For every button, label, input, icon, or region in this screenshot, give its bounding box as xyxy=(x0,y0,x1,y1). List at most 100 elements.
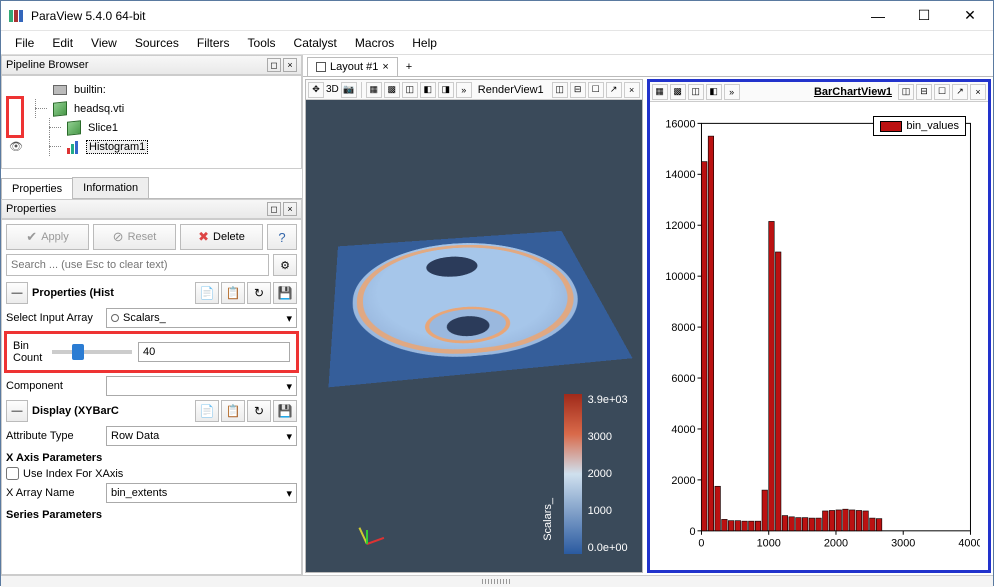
copy-button[interactable]: 📄 xyxy=(195,400,219,422)
legend-label: bin_values xyxy=(906,120,959,132)
tree-label[interactable]: headsq.vti xyxy=(72,103,126,115)
tool-icon[interactable]: ◧ xyxy=(706,84,722,100)
add-layout-tab[interactable]: + xyxy=(398,58,420,76)
reload-button[interactable]: ↻ xyxy=(247,282,271,304)
tool-icon[interactable]: ◨ xyxy=(438,82,454,98)
advanced-toggle-button[interactable]: ⚙ xyxy=(273,254,297,276)
attribute-type-combo[interactable]: Row Data xyxy=(106,426,297,446)
detach-icon[interactable]: ↗ xyxy=(606,82,622,98)
tool-icon[interactable]: ◫ xyxy=(688,84,704,100)
close-view-icon[interactable]: × xyxy=(970,84,986,100)
x-axis-parameters-heading: X Axis Parameters xyxy=(6,452,297,464)
save-button[interactable]: 💾 xyxy=(273,282,297,304)
copy-button[interactable]: 📄 xyxy=(195,282,219,304)
bin-count-slider[interactable] xyxy=(52,350,132,354)
x-array-name-combo[interactable]: bin_extents xyxy=(106,483,297,503)
reload-button[interactable]: ↻ xyxy=(247,400,271,422)
dock-close-button[interactable]: × xyxy=(283,202,297,216)
close-tab-icon[interactable]: × xyxy=(382,61,388,73)
renderview-title: RenderView1 xyxy=(478,84,544,96)
tool-icon[interactable]: ▦ xyxy=(366,82,382,98)
chevron-right-icon[interactable]: » xyxy=(456,82,472,98)
menu-help[interactable]: Help xyxy=(404,33,445,53)
tab-information[interactable]: Information xyxy=(72,177,149,198)
split-h-icon[interactable]: ◫ xyxy=(552,82,568,98)
component-combo[interactable] xyxy=(106,376,297,396)
barchart-toolbar: ▦ ▩ ◫ ◧ » BarChartView1 ◫ ⊟ ☐ ↗ × xyxy=(650,82,988,102)
maximize-icon[interactable]: ☐ xyxy=(588,82,604,98)
svg-text:12000: 12000 xyxy=(665,220,695,232)
window-minimize-button[interactable]: — xyxy=(855,1,901,30)
chevron-right-icon[interactable]: » xyxy=(724,84,740,100)
bar-chart-svg: 0200040006000800010000120001400016000010… xyxy=(654,110,980,562)
menu-catalyst[interactable]: Catalyst xyxy=(286,33,345,53)
use-index-xaxis-checkbox[interactable] xyxy=(6,467,19,480)
collapse-button[interactable]: — xyxy=(6,400,28,422)
paste-button[interactable]: 📋 xyxy=(221,282,245,304)
slice-image xyxy=(328,231,632,387)
tab-properties[interactable]: Properties xyxy=(1,178,73,199)
svg-text:4000: 4000 xyxy=(958,538,980,550)
layout-tab-1[interactable]: Layout #1× xyxy=(307,57,398,76)
paste-button[interactable]: 📋 xyxy=(221,400,245,422)
bin-count-input[interactable] xyxy=(138,342,290,362)
reset-button[interactable]: ⊘Reset xyxy=(93,224,176,250)
pick-center-icon[interactable]: ✥ xyxy=(308,82,324,98)
svg-text:0: 0 xyxy=(698,538,704,550)
pipeline-tree[interactable]: builtin: headsq.vti Slice1 👁 Histogram1 xyxy=(1,75,302,169)
dock-close-button[interactable]: × xyxy=(283,58,297,72)
tool-icon[interactable]: ▦ xyxy=(652,84,668,100)
menu-edit[interactable]: Edit xyxy=(44,33,81,53)
tool-icon[interactable]: ▩ xyxy=(670,84,686,100)
window-close-button[interactable]: ✕ xyxy=(947,1,993,30)
use-index-xaxis-label: Use Index For XAxis xyxy=(23,468,123,480)
save-button[interactable]: 💾 xyxy=(273,400,297,422)
legend-swatch xyxy=(880,121,902,132)
maximize-icon[interactable]: ☐ xyxy=(934,84,950,100)
menu-tools[interactable]: Tools xyxy=(240,33,284,53)
menu-sources[interactable]: Sources xyxy=(127,33,187,53)
collapse-button[interactable]: — xyxy=(6,282,28,304)
menu-file[interactable]: File xyxy=(7,33,42,53)
pipeline-browser-title: Pipeline Browser xyxy=(6,59,89,71)
window-maximize-button[interactable]: ☐ xyxy=(901,1,947,30)
server-icon xyxy=(52,82,68,98)
dataset-icon xyxy=(52,101,68,117)
delete-button[interactable]: ✖Delete xyxy=(180,224,263,250)
series-parameters-heading: Series Parameters xyxy=(6,509,297,521)
camera-icon[interactable]: 📷 xyxy=(341,82,357,98)
help-button[interactable]: ? xyxy=(267,224,297,250)
split-v-icon[interactable]: ⊟ xyxy=(570,82,586,98)
dataset-icon xyxy=(66,120,82,136)
axes-triad-icon xyxy=(346,512,386,552)
tool-icon[interactable]: ▩ xyxy=(384,82,400,98)
properties-search-input[interactable] xyxy=(6,254,269,276)
split-v-icon[interactable]: ⊟ xyxy=(916,84,932,100)
svg-text:10000: 10000 xyxy=(665,271,695,283)
reset-icon: ⊘ xyxy=(113,229,124,245)
barchart-canvas[interactable]: 0200040006000800010000120001400016000010… xyxy=(650,102,988,570)
tool-icon[interactable]: ◧ xyxy=(420,82,436,98)
tree-label[interactable]: builtin: xyxy=(72,84,108,96)
menu-filters[interactable]: Filters xyxy=(189,33,238,53)
menu-view[interactable]: View xyxy=(83,33,125,53)
split-h-icon[interactable]: ◫ xyxy=(898,84,914,100)
dock-detach-button[interactable]: ◻ xyxy=(267,58,281,72)
legend-tick: 1000 xyxy=(588,505,628,517)
svg-text:3000: 3000 xyxy=(891,538,915,550)
mode-3d-label[interactable]: 3D xyxy=(326,84,339,95)
select-input-array-combo[interactable]: Scalars_ xyxy=(106,308,297,328)
save-icon: 💾 xyxy=(278,404,293,418)
apply-button[interactable]: ✔Apply xyxy=(6,224,89,250)
menu-macros[interactable]: Macros xyxy=(347,33,402,53)
visibility-toggle[interactable]: 👁 xyxy=(6,140,26,153)
render-view-canvas[interactable]: Scalars_ 3.9e+03 3000 2000 1000 0.0e+00 xyxy=(306,100,642,572)
tree-label[interactable]: Slice1 xyxy=(86,122,120,134)
tool-icon[interactable]: ◫ xyxy=(402,82,418,98)
detach-icon[interactable]: ↗ xyxy=(952,84,968,100)
tree-label[interactable]: Histogram1 xyxy=(86,140,148,154)
close-view-icon[interactable]: × xyxy=(624,82,640,98)
resize-grip-icon[interactable] xyxy=(482,579,512,584)
dock-detach-button[interactable]: ◻ xyxy=(267,202,281,216)
paste-icon: 📋 xyxy=(226,404,241,418)
